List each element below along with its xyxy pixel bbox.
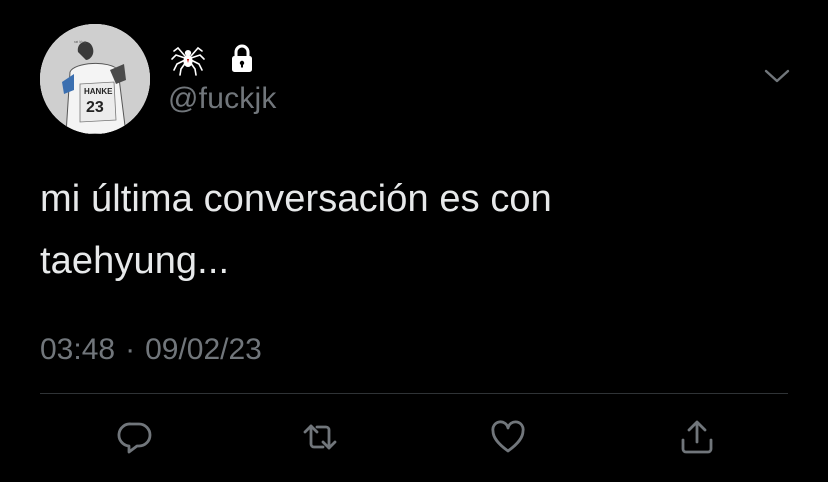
divider bbox=[40, 393, 788, 394]
like-button[interactable] bbox=[483, 412, 533, 462]
svg-text:ʳᵃᵗ ᵏⁱⁿᵍ: ʳᵃᵗ ᵏⁱⁿᵍ bbox=[74, 39, 86, 46]
spider-icon bbox=[168, 38, 208, 78]
action-bar bbox=[0, 412, 828, 462]
lock-icon bbox=[226, 42, 258, 74]
heart-icon bbox=[489, 418, 527, 456]
svg-text:HANKE: HANKE bbox=[84, 87, 113, 96]
reply-button[interactable] bbox=[110, 412, 160, 462]
share-icon bbox=[678, 418, 716, 456]
retweet-button[interactable] bbox=[295, 412, 345, 462]
tweet-date: 09/02/23 bbox=[145, 333, 262, 366]
user-handle[interactable]: @fuckjk bbox=[168, 82, 277, 116]
timestamp-separator: · bbox=[125, 333, 136, 366]
avatar-image: HANKE 23 ʳᵃᵗ ᵏⁱⁿᵍ bbox=[40, 24, 150, 134]
display-name-row[interactable] bbox=[168, 38, 258, 78]
tweet-text: mi última conversación es con taehyung..… bbox=[40, 178, 552, 282]
share-button[interactable] bbox=[672, 412, 722, 462]
retweet-icon bbox=[301, 418, 339, 456]
tweet-timestamp[interactable]: 03:48 · 09/02/23 bbox=[40, 330, 262, 370]
chevron-down-icon bbox=[763, 67, 791, 90]
avatar[interactable]: HANKE 23 ʳᵃᵗ ᵏⁱⁿᵍ bbox=[40, 24, 150, 134]
tweet: HANKE 23 ʳᵃᵗ ᵏⁱⁿᵍ @fuckjk mi última conv… bbox=[0, 0, 828, 482]
reply-icon bbox=[116, 418, 154, 456]
svg-text:23: 23 bbox=[86, 99, 104, 116]
tweet-time: 03:48 bbox=[40, 333, 116, 366]
more-options-button[interactable] bbox=[760, 64, 794, 92]
